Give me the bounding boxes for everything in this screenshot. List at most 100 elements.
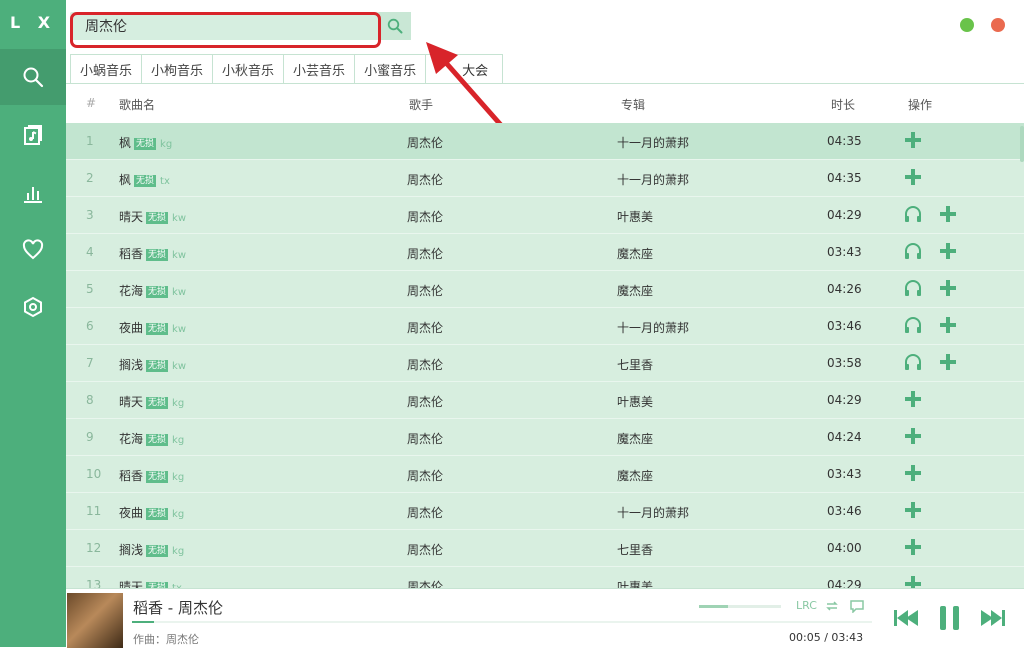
plus-icon [939, 353, 957, 374]
duration: 04:29 [827, 578, 862, 588]
quality-badge: 无损 [146, 397, 169, 409]
volume-fill [699, 605, 728, 608]
previous-button[interactable] [892, 607, 920, 629]
song-name-cell: 稻香 无损 kw [119, 245, 186, 262]
singer: 周杰伦 [407, 543, 444, 557]
sidebar-item-favorites[interactable] [0, 222, 66, 278]
song-name-cell: 夜曲 无损 kg [119, 504, 184, 521]
source-tag: kg [172, 509, 185, 520]
minimize-button[interactable] [960, 18, 974, 32]
duration: 04:35 [827, 134, 862, 148]
tab-source-2[interactable]: 小枸音乐 [141, 54, 214, 84]
comment-icon[interactable] [849, 599, 865, 613]
header-name: 歌曲名 [119, 98, 156, 112]
song-name: 花海 [119, 284, 144, 298]
table-row[interactable]: 4 稻香 无损 kw 周杰伦 魔杰座 03:43 [66, 234, 1024, 271]
quality-badge: 无损 [146, 360, 169, 372]
source-tag: kw [172, 250, 187, 261]
add-button[interactable] [939, 279, 957, 300]
album: 十一月的萧邦 [617, 173, 690, 187]
headphones-icon [904, 279, 922, 300]
loop-icon[interactable] [824, 599, 840, 613]
table-row[interactable]: 2 枫无损 tx 周杰伦 十一月的萧邦 04:35 [66, 160, 1024, 197]
song-name-cell: 枫无损 kg [119, 134, 172, 151]
table-row[interactable]: 6 夜曲 无损 kw 周杰伦 十一月的萧邦 03:46 [66, 308, 1024, 345]
add-button[interactable] [939, 242, 957, 263]
quality-badge: 无损 [146, 249, 169, 261]
listen-button[interactable] [904, 353, 922, 374]
close-button[interactable] [991, 18, 1005, 32]
plus-icon [904, 168, 922, 189]
song-name: 搁浅 [119, 358, 144, 372]
sidebar-item-settings[interactable] [0, 279, 66, 335]
add-button[interactable] [939, 316, 957, 337]
add-button[interactable] [939, 205, 957, 226]
listen-button[interactable] [904, 205, 922, 226]
tab-source-1[interactable]: 小蜗音乐 [70, 54, 143, 84]
song-name-cell: 搁浅 无损 kw [119, 356, 186, 373]
duration: 03:58 [827, 356, 862, 370]
song-name: 稻香 [119, 247, 144, 261]
sidebar-item-leaderboard[interactable] [0, 165, 66, 221]
search-button[interactable] [379, 12, 411, 40]
heart-icon [22, 239, 44, 260]
table-row[interactable]: 1 枫无损 kg 周杰伦 十一月的萧邦 04:35 [66, 123, 1024, 160]
add-button[interactable] [904, 131, 922, 152]
singer: 周杰伦 [407, 210, 444, 224]
add-button[interactable] [904, 501, 922, 522]
song-name-cell: 花海 无损 kw [119, 282, 186, 299]
search-icon [387, 18, 403, 34]
volume-slider[interactable] [699, 605, 781, 608]
song-name: 花海 [119, 432, 144, 446]
album: 十一月的萧邦 [617, 506, 690, 520]
add-button[interactable] [904, 390, 922, 411]
scrollbar[interactable] [1020, 126, 1024, 162]
table-row[interactable]: 11 夜曲 无损 kg 周杰伦 十一月的萧邦 03:46 [66, 493, 1024, 530]
table-row[interactable]: 7 搁浅 无损 kw 周杰伦 七里香 03:58 [66, 345, 1024, 382]
plus-icon [939, 279, 957, 300]
table-row[interactable]: 8 晴天 无损 kg 周杰伦 叶惠美 04:29 [66, 382, 1024, 419]
listen-button[interactable] [904, 279, 922, 300]
table-row[interactable]: 12 搁浅 无损 kg 周杰伦 七里香 04:00 [66, 530, 1024, 567]
next-button[interactable] [979, 607, 1007, 629]
row-number: 9 [86, 430, 94, 444]
add-button[interactable] [904, 168, 922, 189]
tab-source-3[interactable]: 小秋音乐 [212, 54, 285, 84]
search-input[interactable] [85, 16, 385, 36]
album-cover[interactable] [67, 593, 123, 648]
source-tag: kw [172, 213, 187, 224]
table-row[interactable]: 13 晴天无损tx 周杰伦 叶惠美 04:29 [66, 567, 1024, 588]
table-row[interactable]: 5 花海 无损 kw 周杰伦 魔杰座 04:26 [66, 271, 1024, 308]
plus-icon [904, 464, 922, 485]
add-button[interactable] [904, 538, 922, 559]
lyrics-toggle[interactable]: LRC [796, 599, 817, 612]
table-row[interactable]: 9 花海 无损 kg 周杰伦 魔杰座 04:24 [66, 419, 1024, 456]
add-button[interactable] [904, 464, 922, 485]
duration: 04:24 [827, 430, 862, 444]
plus-icon [904, 131, 922, 152]
add-button[interactable] [939, 353, 957, 374]
add-button[interactable] [904, 575, 922, 588]
table-row[interactable]: 10 稻香 无损 kg 周杰伦 魔杰座 03:43 [66, 456, 1024, 493]
add-button[interactable] [904, 427, 922, 448]
progress-bar[interactable] [132, 621, 872, 623]
row-number: 4 [86, 245, 94, 259]
source-tag: kg [172, 546, 185, 557]
row-number: 12 [86, 541, 102, 555]
music-file-icon [24, 125, 42, 145]
header-duration: 时长 [831, 98, 856, 112]
headphones-icon [904, 205, 922, 226]
song-name: 枫 [119, 173, 132, 187]
plus-icon [904, 390, 922, 411]
headphones-icon [904, 353, 922, 374]
quality-badge: 无损 [134, 175, 157, 187]
sidebar-item-search[interactable] [0, 49, 66, 105]
pause-button[interactable] [937, 604, 963, 632]
source-tag: kg [172, 398, 185, 409]
table-row[interactable]: 3 晴天 无损 kw 周杰伦 叶惠美 04:29 [66, 197, 1024, 234]
album: 魔杰座 [617, 247, 654, 261]
listen-button[interactable] [904, 242, 922, 263]
sidebar-item-song-list[interactable] [0, 107, 66, 163]
tab-source-4[interactable]: 小芸音乐 [283, 54, 356, 84]
listen-button[interactable] [904, 316, 922, 337]
